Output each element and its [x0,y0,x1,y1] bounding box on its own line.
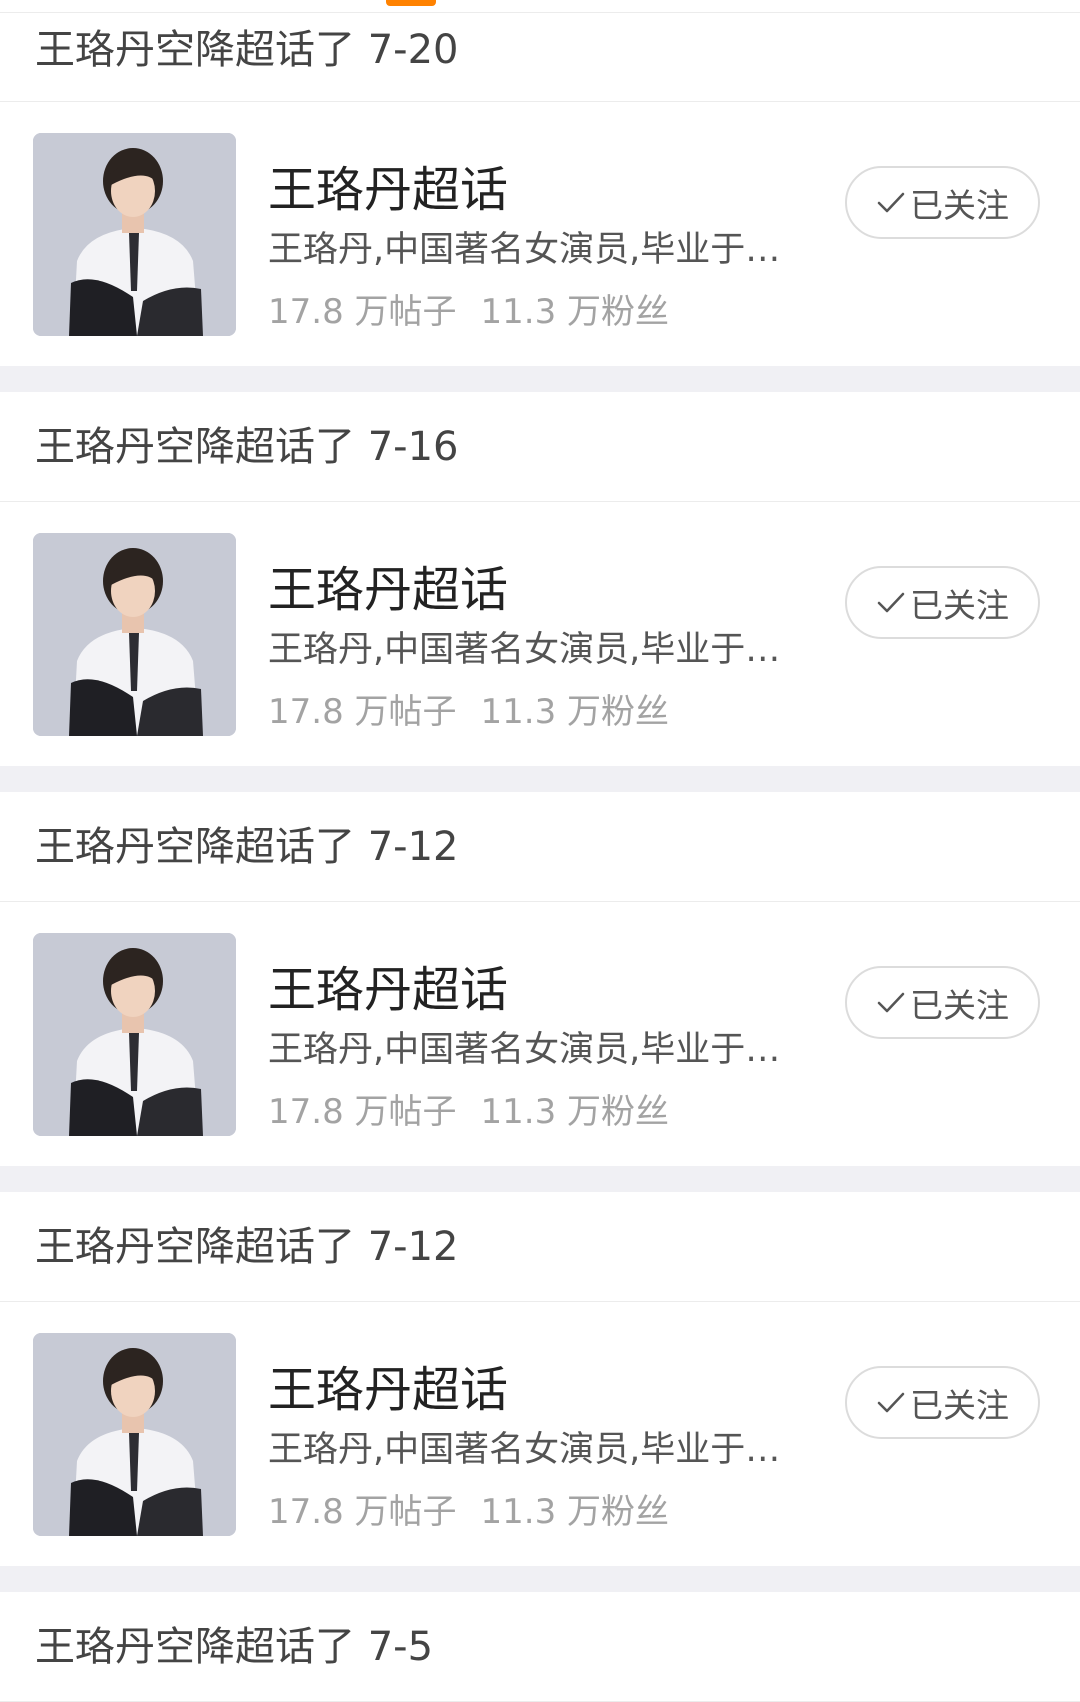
feed-group: 王珞丹空降超话了 7-16 王珞丹超话 王珞丹,中国著名女演员,毕业于北京电影学… [0,392,1080,766]
super-topic-card[interactable]: 王珞丹超话 王珞丹,中国著名女演员,毕业于北京电影学院 17.8 万帖子 11.3… [0,102,1080,366]
posts-count: 17.8 万帖子 [268,692,457,732]
super-topic-feed: 王珞丹空降超话了 7-20 王珞丹超话 王珞丹,中国著名女演员,毕业于北京电影学… [0,13,1080,1702]
check-icon [877,592,905,612]
group-header: 王珞丹空降超话了 7-12 [0,792,1080,902]
section-divider [0,1166,1080,1192]
super-topic-card[interactable]: 王珞丹超话 王珞丹,中国著名女演员,毕业于北京电影学院 17.8 万帖子 11.3… [0,502,1080,766]
group-header: 王珞丹空降超话了 7-5 [0,1592,1080,1702]
portrait-photo [33,933,236,1136]
follow-label: 已关注 [910,1385,1009,1425]
feed-group: 王珞丹空降超话了 7-20 王珞丹超话 王珞丹,中国著名女演员,毕业于北京电影学… [0,13,1080,366]
posts-count: 17.8 万帖子 [268,1492,457,1532]
feed-group: 王珞丹空降超话了 7-12 王珞丹超话 王珞丹,中国著名女演员,毕业于北京电影学… [0,1192,1080,1566]
topic-description: 王珞丹,中国著名女演员,毕业于北京电影学院 [268,230,798,270]
super-topic-card[interactable]: 王珞丹超话 王珞丹,中国著名女演员,毕业于北京电影学院 17.8 万帖子 11.3… [0,1302,1080,1566]
portrait-photo [33,533,236,736]
posts-count: 17.8 万帖子 [268,292,457,332]
topic-title[interactable]: 王珞丹超话 [268,950,508,1020]
fans-count: 11.3 万粉丝 [480,692,670,732]
portrait-photo [33,133,236,336]
check-icon [877,992,905,1012]
group-header: 王珞丹空降超话了 7-20 [0,13,1080,102]
fans-count: 11.3 万粉丝 [480,1492,670,1532]
topic-description: 王珞丹,中国著名女演员,毕业于北京电影学院 [268,1430,798,1470]
check-icon [877,192,905,212]
topic-description: 王珞丹,中国著名女演员,毕业于北京电影学院 [268,1030,798,1070]
follow-label: 已关注 [910,585,1009,625]
topic-title[interactable]: 王珞丹超话 [268,550,508,620]
section-divider [0,1566,1080,1592]
topic-description: 王珞丹,中国著名女演员,毕业于北京电影学院 [268,630,798,670]
section-divider [0,766,1080,792]
topic-title[interactable]: 王珞丹超话 [268,1350,508,1420]
top-bar [0,0,1080,13]
active-tab-indicator [386,0,436,6]
topic-avatar[interactable] [33,133,236,336]
follow-button[interactable]: 已关注 [845,166,1040,239]
super-topic-card[interactable]: 王珞丹超话 王珞丹,中国著名女演员,毕业于北京电影学院 17.8 万帖子 11.3… [0,902,1080,1166]
topic-stats: 17.8 万帖子 11.3 万粉丝 [268,1484,669,1533]
group-header: 王珞丹空降超话了 7-12 [0,1192,1080,1302]
fans-count: 11.3 万粉丝 [480,1092,670,1132]
group-header: 王珞丹空降超话了 7-16 [0,392,1080,502]
feed-group: 王珞丹空降超话了 7-12 王珞丹超话 王珞丹,中国著名女演员,毕业于北京电影学… [0,792,1080,1166]
follow-label: 已关注 [910,185,1009,225]
topic-avatar[interactable] [33,933,236,1136]
follow-button[interactable]: 已关注 [845,1366,1040,1439]
topic-stats: 17.8 万帖子 11.3 万粉丝 [268,284,669,333]
topic-avatar[interactable] [33,533,236,736]
section-divider [0,366,1080,392]
fans-count: 11.3 万粉丝 [480,292,670,332]
follow-label: 已关注 [910,985,1009,1025]
portrait-photo [33,1333,236,1536]
follow-button[interactable]: 已关注 [845,566,1040,639]
feed-group: 王珞丹空降超话了 7-5 [0,1592,1080,1702]
topic-title[interactable]: 王珞丹超话 [268,150,508,220]
follow-button[interactable]: 已关注 [845,966,1040,1039]
posts-count: 17.8 万帖子 [268,1092,457,1132]
check-icon [877,1392,905,1412]
topic-stats: 17.8 万帖子 11.3 万粉丝 [268,1084,669,1133]
topic-avatar[interactable] [33,1333,236,1536]
topic-stats: 17.8 万帖子 11.3 万粉丝 [268,684,669,733]
